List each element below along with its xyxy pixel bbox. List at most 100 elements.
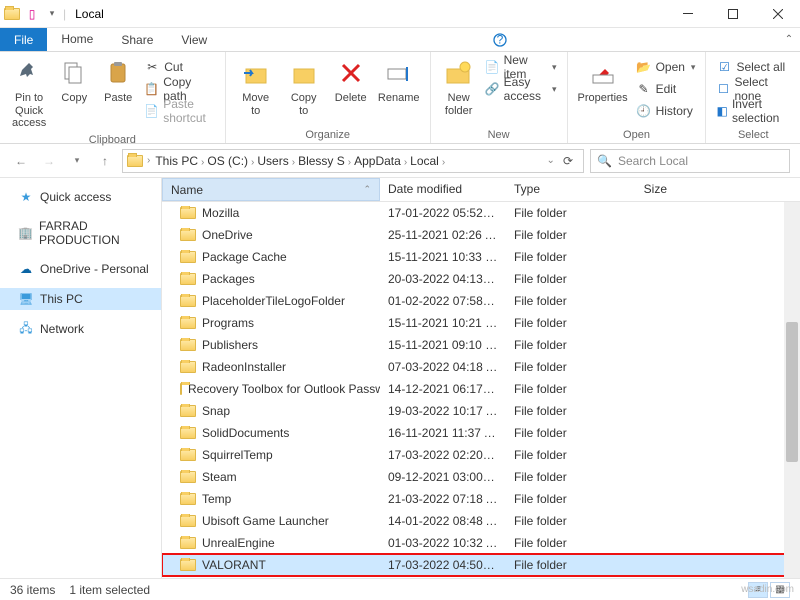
navigation-pane: ★Quick access 🏢FARRAD PRODUCTION ☁OneDri… [0,178,162,578]
column-headers: Name⌃ Date modified Type Size [162,178,800,202]
tab-view[interactable]: View [167,28,221,51]
cut-button[interactable]: ✂Cut [144,57,214,77]
move-to-button[interactable]: Move to [232,55,280,127]
table-row[interactable]: VALORANT17-03-2022 04:50 PMFile folder [162,554,800,576]
address-bar[interactable]: › This PC›OS (C:)›Users›Blessy S›AppData… [122,149,584,173]
copy-path-button[interactable]: 📋Copy path [144,79,214,99]
folder-icon [127,155,143,167]
folder-icon [180,229,196,241]
recent-locations-button[interactable]: ▾ [66,150,88,172]
breadcrumb-segment[interactable]: OS (C:) [204,154,251,168]
folder-icon [180,493,196,505]
network-icon: 🖧 [18,321,34,337]
tab-share[interactable]: Share [107,28,167,51]
select-none-icon: ☐ [716,81,730,97]
refresh-button[interactable]: ⟳ [557,154,579,168]
minimize-button[interactable] [665,0,710,28]
address-dropdown-icon[interactable]: ⌄ [547,155,555,166]
folder-icon [180,559,196,571]
breadcrumb-segment[interactable]: This PC [152,154,201,168]
invert-selection-button[interactable]: ◧Invert selection [716,101,790,121]
sidebar-network[interactable]: 🖧Network [0,318,161,340]
paste-button[interactable]: Paste [96,55,140,132]
help-button[interactable]: ? [485,28,515,51]
paste-shortcut-button[interactable]: 📄Paste shortcut [144,101,214,121]
table-row[interactable]: Programs15-11-2021 10:21 PMFile folder [162,312,800,334]
sidebar-this-pc[interactable]: 🖥This PC [0,288,161,310]
sidebar-onedrive[interactable]: ☁OneDrive - Personal [0,258,161,280]
star-icon: ★ [18,189,34,205]
new-item-button[interactable]: 📄New item▾ [485,57,557,77]
table-row[interactable]: SquirrelTemp17-03-2022 02:20 PMFile fold… [162,444,800,466]
search-input[interactable]: 🔍 Search Local [590,149,790,173]
main-area: ★Quick access 🏢FARRAD PRODUCTION ☁OneDri… [0,178,800,578]
table-row[interactable]: RadeonInstaller07-03-2022 04:18 AMFile f… [162,356,800,378]
folder-icon [180,339,196,351]
column-type[interactable]: Type [506,178,606,201]
status-item-count: 36 items [10,583,55,597]
delete-button[interactable]: Delete [328,55,374,127]
properties-icon [587,57,619,89]
forward-button[interactable]: → [38,150,60,172]
properties-button[interactable]: Properties [574,55,632,127]
tab-home[interactable]: Home [47,28,107,51]
new-folder-icon [443,57,475,89]
table-row[interactable]: Steam09-12-2021 03:00 PMFile folder [162,466,800,488]
copy-to-button[interactable]: Copy to [280,55,328,127]
invert-selection-icon: ◧ [716,103,728,119]
table-row[interactable]: Package Cache15-11-2021 10:33 PMFile fol… [162,246,800,268]
folder-icon [180,207,196,219]
column-name[interactable]: Name⌃ [162,178,380,201]
table-row[interactable]: UnrealEngine01-03-2022 10:32 AMFile fold… [162,532,800,554]
breadcrumb-segment[interactable]: Blessy S [295,154,348,168]
pin-icon [13,57,45,89]
close-button[interactable] [755,0,800,28]
ribbon-collapse-button[interactable]: ⌃ [778,28,800,51]
select-all-button[interactable]: ☑Select all [716,57,790,77]
table-row[interactable]: Ubisoft Game Launcher14-01-2022 08:48 AM… [162,510,800,532]
qat-dropdown-icon[interactable]: ▾ [43,5,61,23]
sidebar-quick-access[interactable]: ★Quick access [0,186,161,208]
table-row[interactable]: PlaceholderTileLogoFolder01-02-2022 07:5… [162,290,800,312]
table-row[interactable]: Publishers15-11-2021 09:10 PMFile folder [162,334,800,356]
table-row[interactable]: Temp21-03-2022 07:18 AMFile folder [162,488,800,510]
maximize-button[interactable] [710,0,755,28]
history-button[interactable]: 🕘History [636,101,696,121]
sidebar-farrad[interactable]: 🏢FARRAD PRODUCTION [0,216,161,250]
copy-button[interactable]: Copy [52,55,96,132]
ribbon-tabs: File Home Share View ? ⌃ [0,28,800,52]
rename-button[interactable]: Rename [374,55,424,127]
table-row[interactable]: Mozilla17-01-2022 05:52 PMFile folder [162,202,800,224]
folder-icon [180,405,196,417]
watermark: wsadin.com [741,584,794,595]
scrollbar[interactable] [784,202,800,578]
new-folder-button[interactable]: New folder [437,55,481,127]
table-row[interactable]: Recovery Toolbox for Outlook Password14-… [162,378,800,400]
easy-access-button[interactable]: 🔗Easy access▾ [485,79,557,99]
breadcrumb-segment[interactable]: Local [407,154,442,168]
scrollbar-thumb[interactable] [786,322,798,462]
column-date[interactable]: Date modified [380,178,506,201]
up-button[interactable]: ↑ [94,150,116,172]
back-button[interactable]: ← [10,150,32,172]
column-size[interactable]: Size [606,178,676,201]
select-all-icon: ☑ [716,59,732,75]
pin-to-quick-access-button[interactable]: Pin to Quick access [6,55,52,132]
breadcrumb-segment[interactable]: Users [254,154,291,168]
table-row[interactable]: VirtualStore15-11-2021 11:04 PMFile fold… [162,576,800,578]
qat-item-icon[interactable]: ▯ [23,5,41,23]
table-row[interactable]: OneDrive25-11-2021 02:26 AMFile folder [162,224,800,246]
edit-button[interactable]: ✎Edit [636,79,696,99]
table-row[interactable]: SolidDocuments16-11-2021 11:37 AMFile fo… [162,422,800,444]
breadcrumb-segment[interactable]: AppData [351,154,404,168]
open-button[interactable]: 📂Open▾ [636,57,696,77]
folder-icon [180,383,182,395]
copy-to-icon [288,57,320,89]
table-row[interactable]: Packages20-03-2022 04:13 PMFile folder [162,268,800,290]
table-row[interactable]: Snap19-03-2022 10:17 AMFile folder [162,400,800,422]
ribbon: Pin to Quick access Copy Paste ✂Cut 📋Cop… [0,52,800,144]
select-none-button[interactable]: ☐Select none [716,79,790,99]
tab-file[interactable]: File [0,28,47,51]
chevron-right-icon[interactable]: › [442,157,445,168]
file-rows[interactable]: Mozilla17-01-2022 05:52 PMFile folderOne… [162,202,800,578]
